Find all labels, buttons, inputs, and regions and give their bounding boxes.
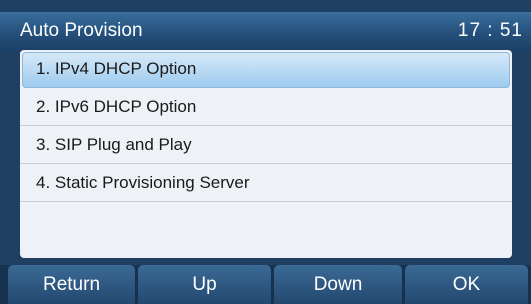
menu-item-ipv6-dhcp-option[interactable]: 2. IPv6 DHCP Option	[20, 88, 512, 126]
menu-list: 1. IPv4 DHCP Option 2. IPv6 DHCP Option …	[20, 50, 512, 258]
page-title: Auto Provision	[20, 20, 143, 41]
down-button[interactable]: Down	[274, 265, 402, 304]
menu-item-label: 4. Static Provisioning Server	[36, 173, 250, 192]
menu-item-static-provisioning-server[interactable]: 4. Static Provisioning Server	[20, 164, 512, 202]
up-button[interactable]: Up	[138, 265, 271, 304]
ok-button[interactable]: OK	[405, 265, 528, 304]
clock: 17 : 51	[457, 20, 523, 41]
title-bar: Auto Provision 17 : 51	[0, 12, 531, 52]
return-button[interactable]: Return	[8, 265, 135, 304]
phone-screen: Auto Provision 17 : 51 1. IPv4 DHCP Opti…	[0, 0, 531, 304]
menu-item-sip-plug-and-play[interactable]: 3. SIP Plug and Play	[20, 126, 512, 164]
menu-item-label: 2. IPv6 DHCP Option	[36, 97, 197, 116]
menu-item-ipv4-dhcp-option[interactable]: 1. IPv4 DHCP Option	[20, 50, 512, 88]
softkey-bar: Return Up Down OK	[0, 265, 531, 304]
menu-item-label: 1. IPv4 DHCP Option	[36, 59, 197, 78]
menu-item-label: 3. SIP Plug and Play	[36, 135, 192, 154]
